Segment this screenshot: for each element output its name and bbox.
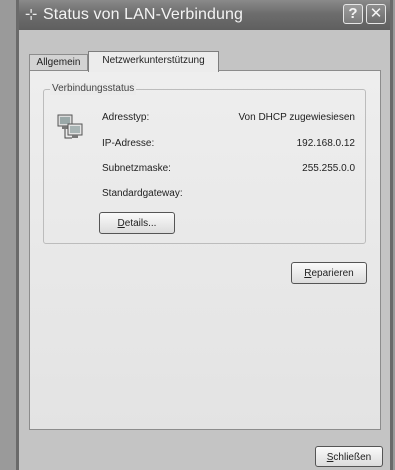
tab-general[interactable]: Allgemein — [29, 54, 88, 71]
details-mnemonic: D — [117, 218, 125, 229]
tab-network-support[interactable]: Netzwerkunterstützung — [88, 51, 219, 72]
close-button[interactable]: Schließen — [315, 446, 383, 467]
lan-status-dialog: ⊹ Status von LAN-Verbindung ? ✕ Allgemei… — [16, 0, 393, 470]
repair-label: eparieren — [311, 268, 354, 279]
ip-address-label: IP-Adresse: — [102, 138, 155, 149]
network-computers-icon — [57, 114, 83, 139]
subnet-mask-value: 255.255.0.0 — [302, 163, 355, 174]
ip-address-value: 192.168.0.12 — [296, 138, 355, 149]
group-label: Verbindungsstatus — [50, 83, 137, 95]
details-label: etails... — [124, 218, 157, 229]
help-button[interactable]: ? — [343, 4, 363, 24]
close-label: chließen — [333, 452, 372, 463]
close-icon[interactable]: ✕ — [366, 4, 386, 24]
subnet-mask-label: Subnetzmaske: — [102, 163, 171, 174]
title-bar[interactable]: ⊹ Status von LAN-Verbindung ? ✕ — [19, 0, 390, 30]
details-button[interactable]: Details... — [99, 212, 175, 234]
address-type-label: Adresstyp: — [102, 112, 150, 123]
network-connection-icon: ⊹ — [24, 6, 38, 23]
tab-panel-network-support: Verbindungsstatus Adresstyp: Von DHCP zu… — [29, 70, 381, 430]
window-title: Status von LAN-Verbindung — [43, 6, 243, 23]
repair-button[interactable]: Reparieren — [291, 262, 367, 284]
default-gateway-label: Standardgateway: — [102, 188, 183, 199]
connection-status-group: Verbindungsstatus Adresstyp: Von DHCP zu… — [43, 83, 366, 244]
address-type-value: Von DHCP zugewiesiesen — [238, 112, 355, 123]
